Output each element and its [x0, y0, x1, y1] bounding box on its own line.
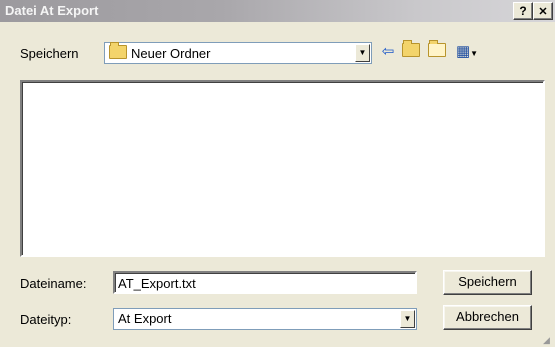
resize-grip-icon[interactable]: ◢ — [543, 335, 553, 345]
filename-input[interactable]: AT_Export.txt — [113, 271, 417, 294]
filename-value: AT_Export.txt — [118, 276, 196, 291]
back-arrow-icon: ⇦ — [381, 43, 395, 60]
help-button[interactable]: ? — [513, 2, 533, 20]
cancel-button[interactable]: Abbrechen — [443, 305, 532, 330]
back-button[interactable]: ⇦ — [377, 42, 399, 62]
chevron-down-icon: ▼ — [470, 49, 479, 58]
file-list[interactable] — [20, 80, 545, 257]
filename-label: Dateiname: — [20, 276, 87, 291]
new-folder-button[interactable] — [426, 40, 448, 62]
folder-icon — [109, 42, 127, 59]
save-button[interactable]: Speichern — [443, 270, 532, 295]
chevron-down-icon[interactable]: ▼ — [355, 44, 370, 62]
save-in-dropdown[interactable]: Neuer Ordner ▼ — [104, 42, 372, 64]
chevron-down-icon[interactable]: ▼ — [400, 310, 415, 328]
save-in-selected: Neuer Ordner — [109, 42, 211, 61]
filetype-label: Dateityp: — [20, 312, 72, 327]
view-menu-icon: ▦ — [455, 43, 471, 60]
save-in-folder-name: Neuer Ordner — [131, 46, 211, 61]
close-button[interactable]: ✕ — [533, 2, 553, 20]
up-folder-button[interactable] — [400, 40, 422, 62]
view-menu-button[interactable]: ▦▼ — [452, 42, 482, 62]
filetype-dropdown[interactable]: At Export ▼ — [113, 308, 417, 330]
filetype-selected: At Export — [118, 311, 172, 326]
save-dialog: Datei At Export ? ✕ Speichern Neuer Ordn… — [0, 0, 555, 347]
save-in-label: Speichern — [20, 46, 79, 61]
window-title: Datei At Export — [5, 3, 99, 18]
close-icon: ✕ — [538, 6, 548, 18]
up-folder-icon — [402, 40, 420, 57]
new-folder-icon — [428, 40, 446, 57]
title-bar: Datei At Export ? ✕ — [0, 0, 555, 22]
